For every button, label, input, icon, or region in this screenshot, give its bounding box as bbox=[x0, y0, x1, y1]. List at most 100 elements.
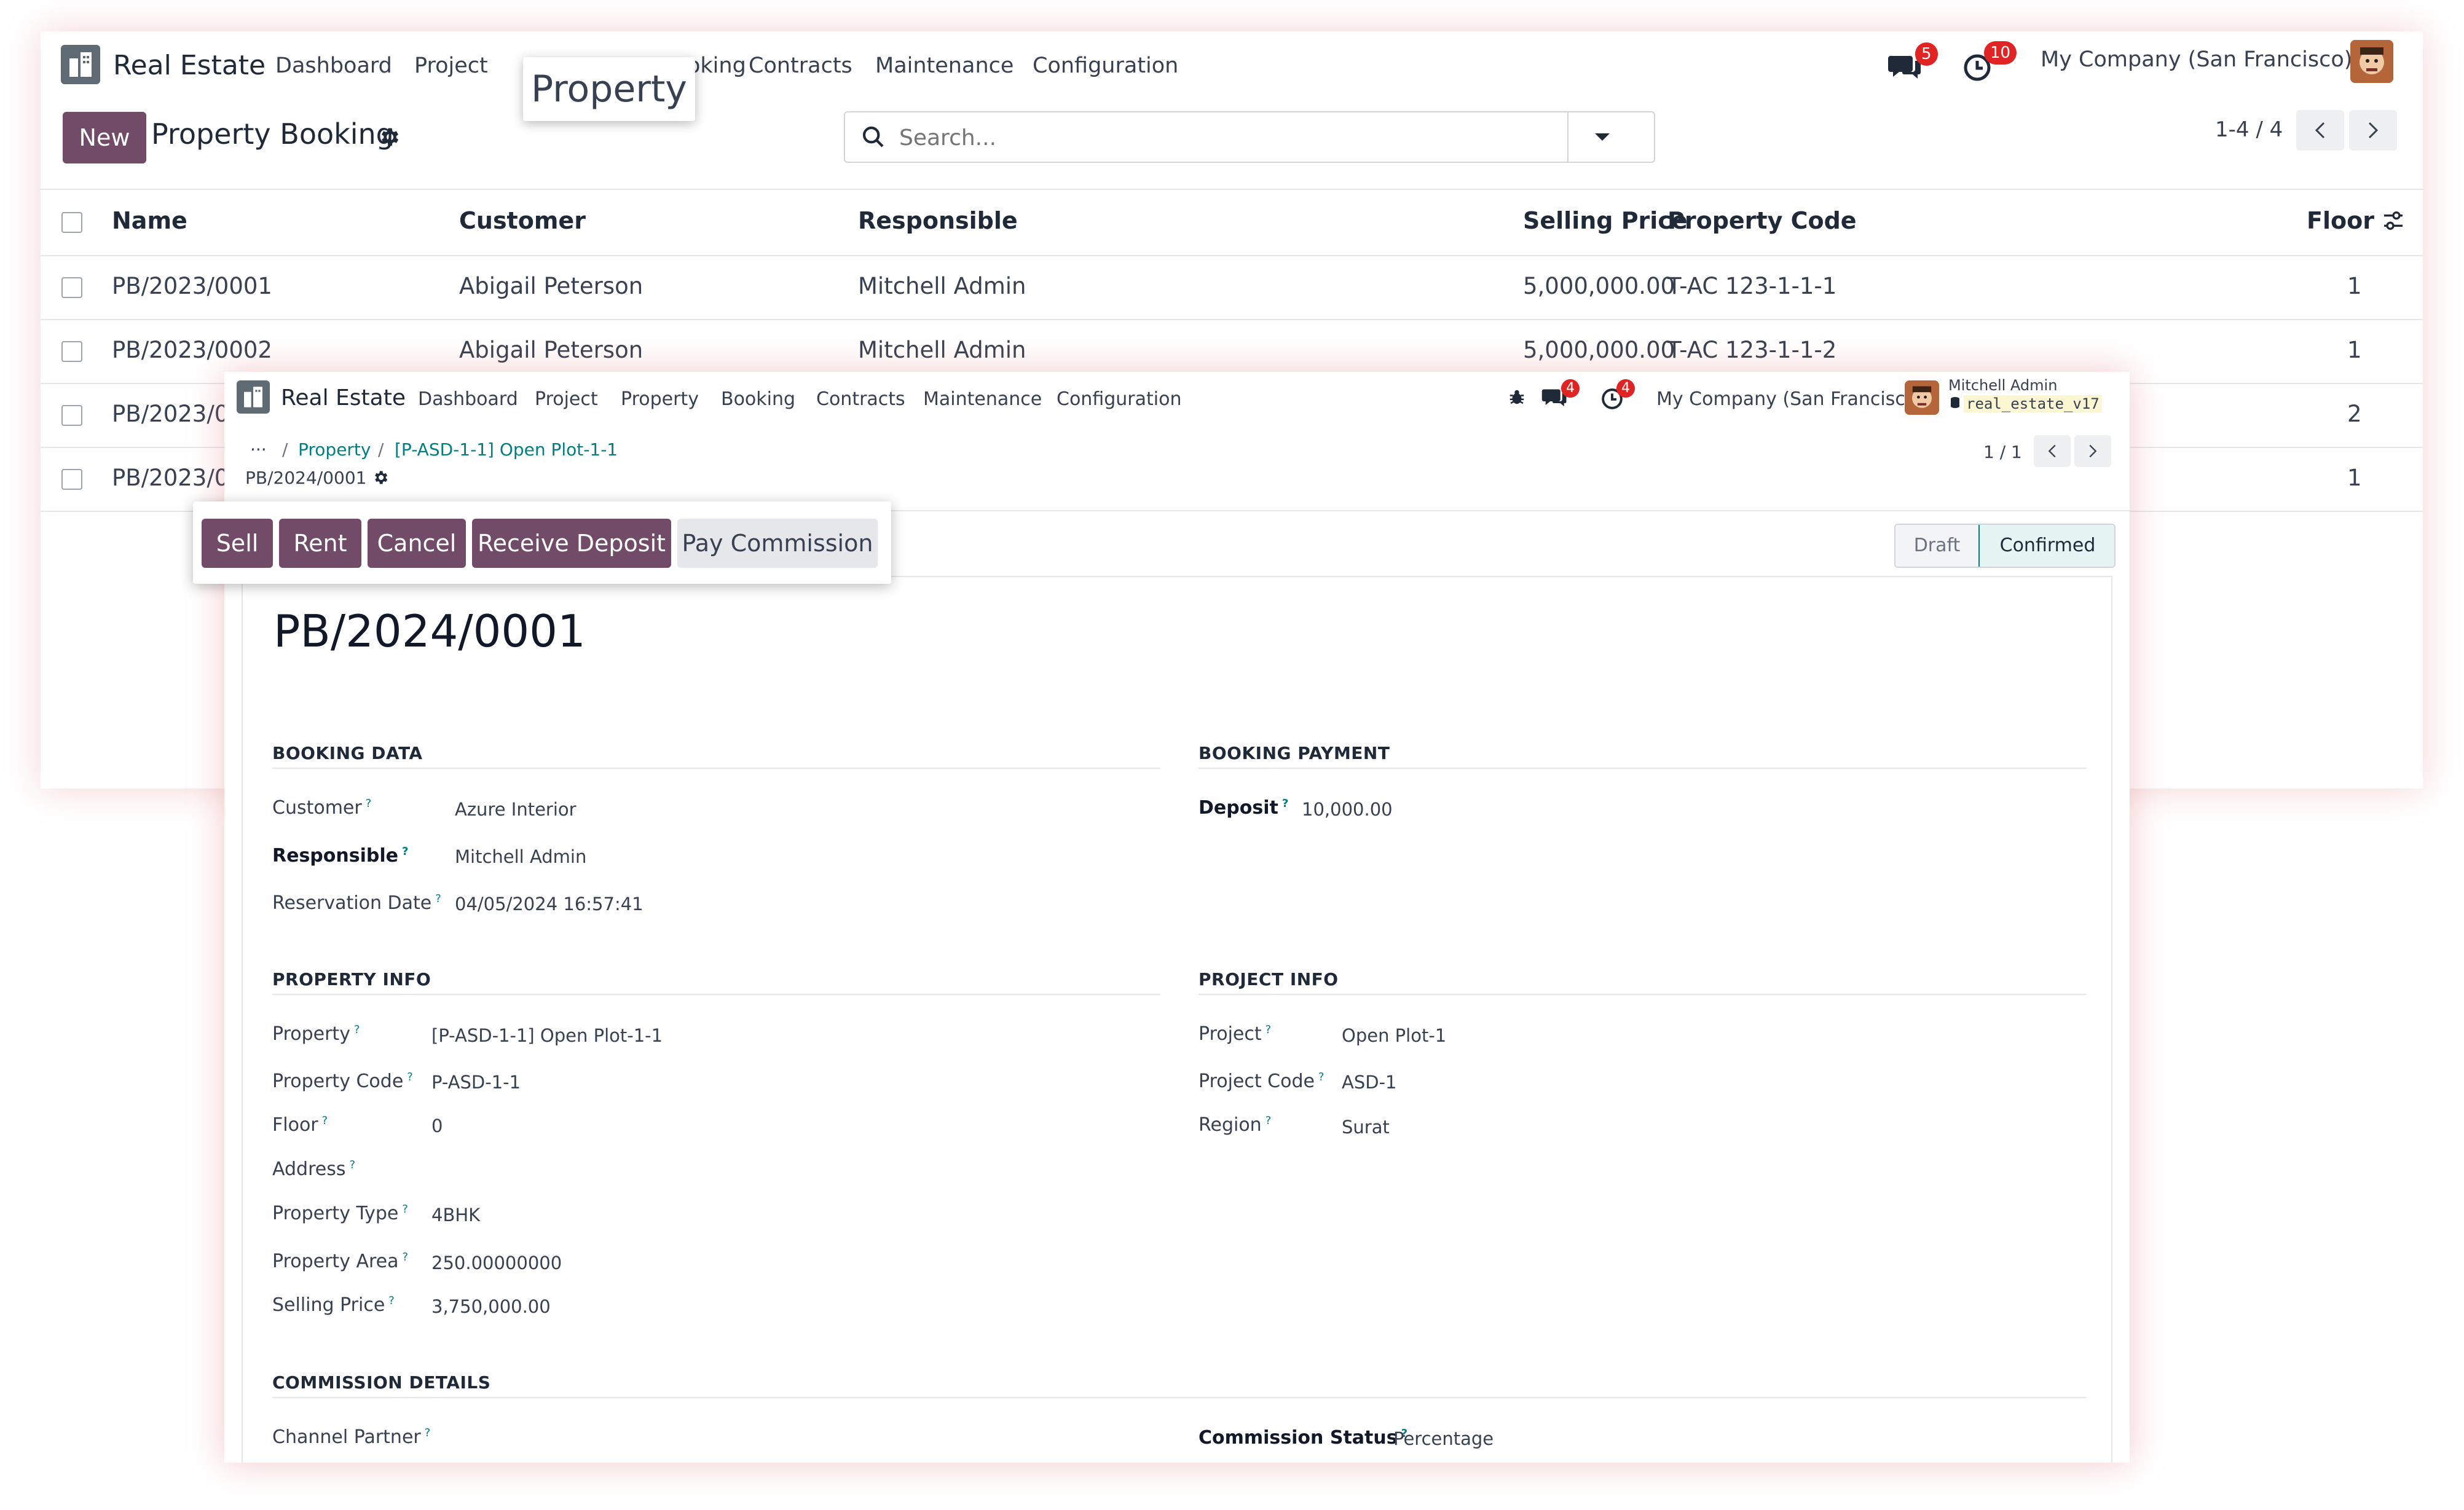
rent-button[interactable]: Rent bbox=[279, 519, 361, 568]
col-customer[interactable]: Customer bbox=[459, 207, 586, 234]
field-selling-price[interactable]: 3,750,000.00 bbox=[431, 1296, 551, 1317]
field-reservation-date[interactable]: 04/05/2024 16:57:41 bbox=[455, 894, 644, 914]
form-pager-value[interactable]: 1 / 1 bbox=[1983, 442, 2022, 462]
cell-floor: 1 bbox=[2347, 273, 2362, 299]
settings-gear-icon[interactable] bbox=[377, 125, 401, 151]
search-box bbox=[844, 111, 1655, 163]
user-name[interactable]: Mitchell Admin bbox=[1948, 377, 2057, 394]
field-customer[interactable]: Azure Interior bbox=[455, 799, 577, 820]
menu-project[interactable]: Project bbox=[535, 388, 598, 410]
real-estate-app-icon[interactable] bbox=[61, 45, 100, 84]
menu-project[interactable]: Project bbox=[414, 53, 488, 78]
table-row[interactable]: PB/2023/0001 Abigail Peterson Mitchell A… bbox=[41, 256, 2423, 320]
field-property-type[interactable]: 4BHK bbox=[431, 1205, 480, 1225]
menu-contracts[interactable]: Contracts bbox=[816, 388, 905, 410]
select-all-checkbox[interactable] bbox=[61, 212, 82, 233]
menu-property[interactable]: Property bbox=[621, 388, 699, 410]
debug-bug-icon[interactable] bbox=[1508, 388, 1526, 409]
section-property-info: PROPERTY INFO bbox=[272, 969, 431, 989]
section-divider bbox=[272, 768, 1160, 769]
col-responsible[interactable]: Responsible bbox=[858, 207, 1018, 234]
cell-name: PB/2023/0002 bbox=[112, 337, 272, 363]
section-booking-payment: BOOKING PAYMENT bbox=[1199, 743, 1390, 763]
app-brand[interactable]: Real Estate bbox=[113, 50, 266, 81]
list-table-header: Name Customer Responsible Selling Price … bbox=[41, 189, 2423, 256]
form-pager-prev-button[interactable] bbox=[2034, 435, 2071, 467]
app-brand[interactable]: Real Estate bbox=[281, 385, 406, 411]
menu-maintenance[interactable]: Maintenance bbox=[875, 53, 1014, 78]
breadcrumb-separator: / bbox=[282, 439, 288, 460]
optional-columns-icon[interactable] bbox=[2381, 208, 2406, 235]
user-avatar[interactable] bbox=[2350, 40, 2393, 83]
row-checkbox[interactable] bbox=[61, 469, 82, 490]
row-checkbox[interactable] bbox=[61, 405, 82, 426]
breadcrumb-property-record[interactable]: [P-ASD-1-1] Open Plot-1-1 bbox=[395, 439, 618, 460]
row-checkbox[interactable] bbox=[61, 341, 82, 362]
cancel-button[interactable]: Cancel bbox=[368, 519, 466, 568]
status-draft[interactable]: Draft bbox=[1895, 525, 1978, 567]
field-property[interactable]: [P-ASD-1-1] Open Plot-1-1 bbox=[431, 1025, 663, 1046]
label-channel-partner: Channel Partner? bbox=[272, 1426, 431, 1448]
field-property-code[interactable]: P-ASD-1-1 bbox=[431, 1072, 521, 1093]
pager-next-button[interactable] bbox=[2349, 110, 2397, 151]
label-project: Project? bbox=[1199, 1023, 1272, 1045]
menu-booking[interactable]: Booking bbox=[721, 388, 795, 410]
search-input[interactable] bbox=[898, 122, 1546, 153]
label-customer: Customer? bbox=[272, 797, 372, 819]
field-floor[interactable]: 0 bbox=[431, 1115, 443, 1136]
col-property-code[interactable]: Property Code bbox=[1667, 207, 1857, 234]
record-reference: PB/2024/0001 bbox=[245, 468, 367, 488]
cell-floor: 1 bbox=[2347, 465, 2362, 491]
top-navbar: Real Estate Dashboard Project oking Cont… bbox=[41, 31, 2423, 98]
field-project-code[interactable]: ASD-1 bbox=[1342, 1072, 1397, 1093]
record-settings-gear-icon[interactable] bbox=[372, 469, 389, 489]
menu-configuration[interactable]: Configuration bbox=[1057, 388, 1181, 410]
field-deposit[interactable]: 10,000.00 bbox=[1302, 799, 1393, 820]
pager-prev-button[interactable] bbox=[2296, 110, 2344, 151]
section-divider bbox=[1199, 768, 2087, 769]
col-floor[interactable]: Floor bbox=[2307, 207, 2374, 234]
breadcrumb-separator: / bbox=[378, 439, 384, 460]
pager-value[interactable]: 1-4 / 4 bbox=[2215, 117, 2283, 142]
row-checkbox[interactable] bbox=[61, 277, 82, 298]
search-dropdown-toggle-icon[interactable] bbox=[1594, 131, 1611, 146]
real-estate-app-icon[interactable] bbox=[237, 380, 270, 414]
form-pager-next-button[interactable] bbox=[2074, 435, 2111, 467]
menu-booking[interactable]: oking bbox=[687, 53, 746, 78]
field-property-area[interactable]: 250.00000000 bbox=[431, 1252, 562, 1273]
sell-button[interactable]: Sell bbox=[202, 519, 273, 568]
company-switcher[interactable]: My Company (San Francisco) bbox=[1656, 388, 1924, 410]
breadcrumb-more[interactable]: ··· bbox=[250, 439, 267, 460]
new-button[interactable]: New bbox=[63, 112, 146, 163]
field-region[interactable]: Surat bbox=[1342, 1117, 1390, 1138]
label-region: Region? bbox=[1199, 1114, 1272, 1136]
breadcrumb-property[interactable]: Property bbox=[298, 439, 371, 460]
label-property-area: Property Area? bbox=[272, 1251, 409, 1272]
record-title: PB/2024/0001 bbox=[274, 605, 586, 657]
col-name[interactable]: Name bbox=[112, 207, 187, 234]
menu-configuration[interactable]: Configuration bbox=[1033, 53, 1178, 78]
menu-dashboard[interactable]: Dashboard bbox=[275, 53, 392, 78]
label-selling-price: Selling Price? bbox=[272, 1294, 395, 1316]
cell-property-code: T-AC 123-1-1-1 bbox=[1667, 273, 1837, 299]
pay-commission-button[interactable]: Pay Commission bbox=[677, 519, 878, 568]
field-commission-status[interactable]: Percentage bbox=[1393, 1428, 1494, 1449]
cell-name: PB/2023/0001 bbox=[112, 273, 272, 299]
label-commission-status: Commission Status? bbox=[1199, 1427, 1408, 1449]
cell-selling-price: 5,000,000.00 bbox=[1523, 273, 1675, 299]
receive-deposit-button[interactable]: Receive Deposit bbox=[472, 519, 671, 568]
col-selling-price[interactable]: Selling Price bbox=[1523, 207, 1688, 234]
field-responsible[interactable]: Mitchell Admin bbox=[455, 846, 586, 867]
activities-badge: 4 bbox=[1616, 379, 1635, 398]
form-sheet bbox=[242, 576, 2112, 1463]
menu-maintenance[interactable]: Maintenance bbox=[923, 388, 1042, 410]
menu-dashboard[interactable]: Dashboard bbox=[418, 388, 518, 410]
cell-selling-price: 5,000,000.00 bbox=[1523, 337, 1675, 363]
section-divider bbox=[272, 994, 1160, 995]
section-divider bbox=[1199, 994, 2087, 995]
field-project[interactable]: Open Plot-1 bbox=[1342, 1025, 1446, 1046]
menu-contracts[interactable]: Contracts bbox=[749, 53, 852, 78]
company-switcher[interactable]: My Company (San Francisco) bbox=[2041, 47, 2352, 72]
user-avatar[interactable] bbox=[1905, 380, 1939, 415]
status-confirmed[interactable]: Confirmed bbox=[1978, 525, 2114, 567]
